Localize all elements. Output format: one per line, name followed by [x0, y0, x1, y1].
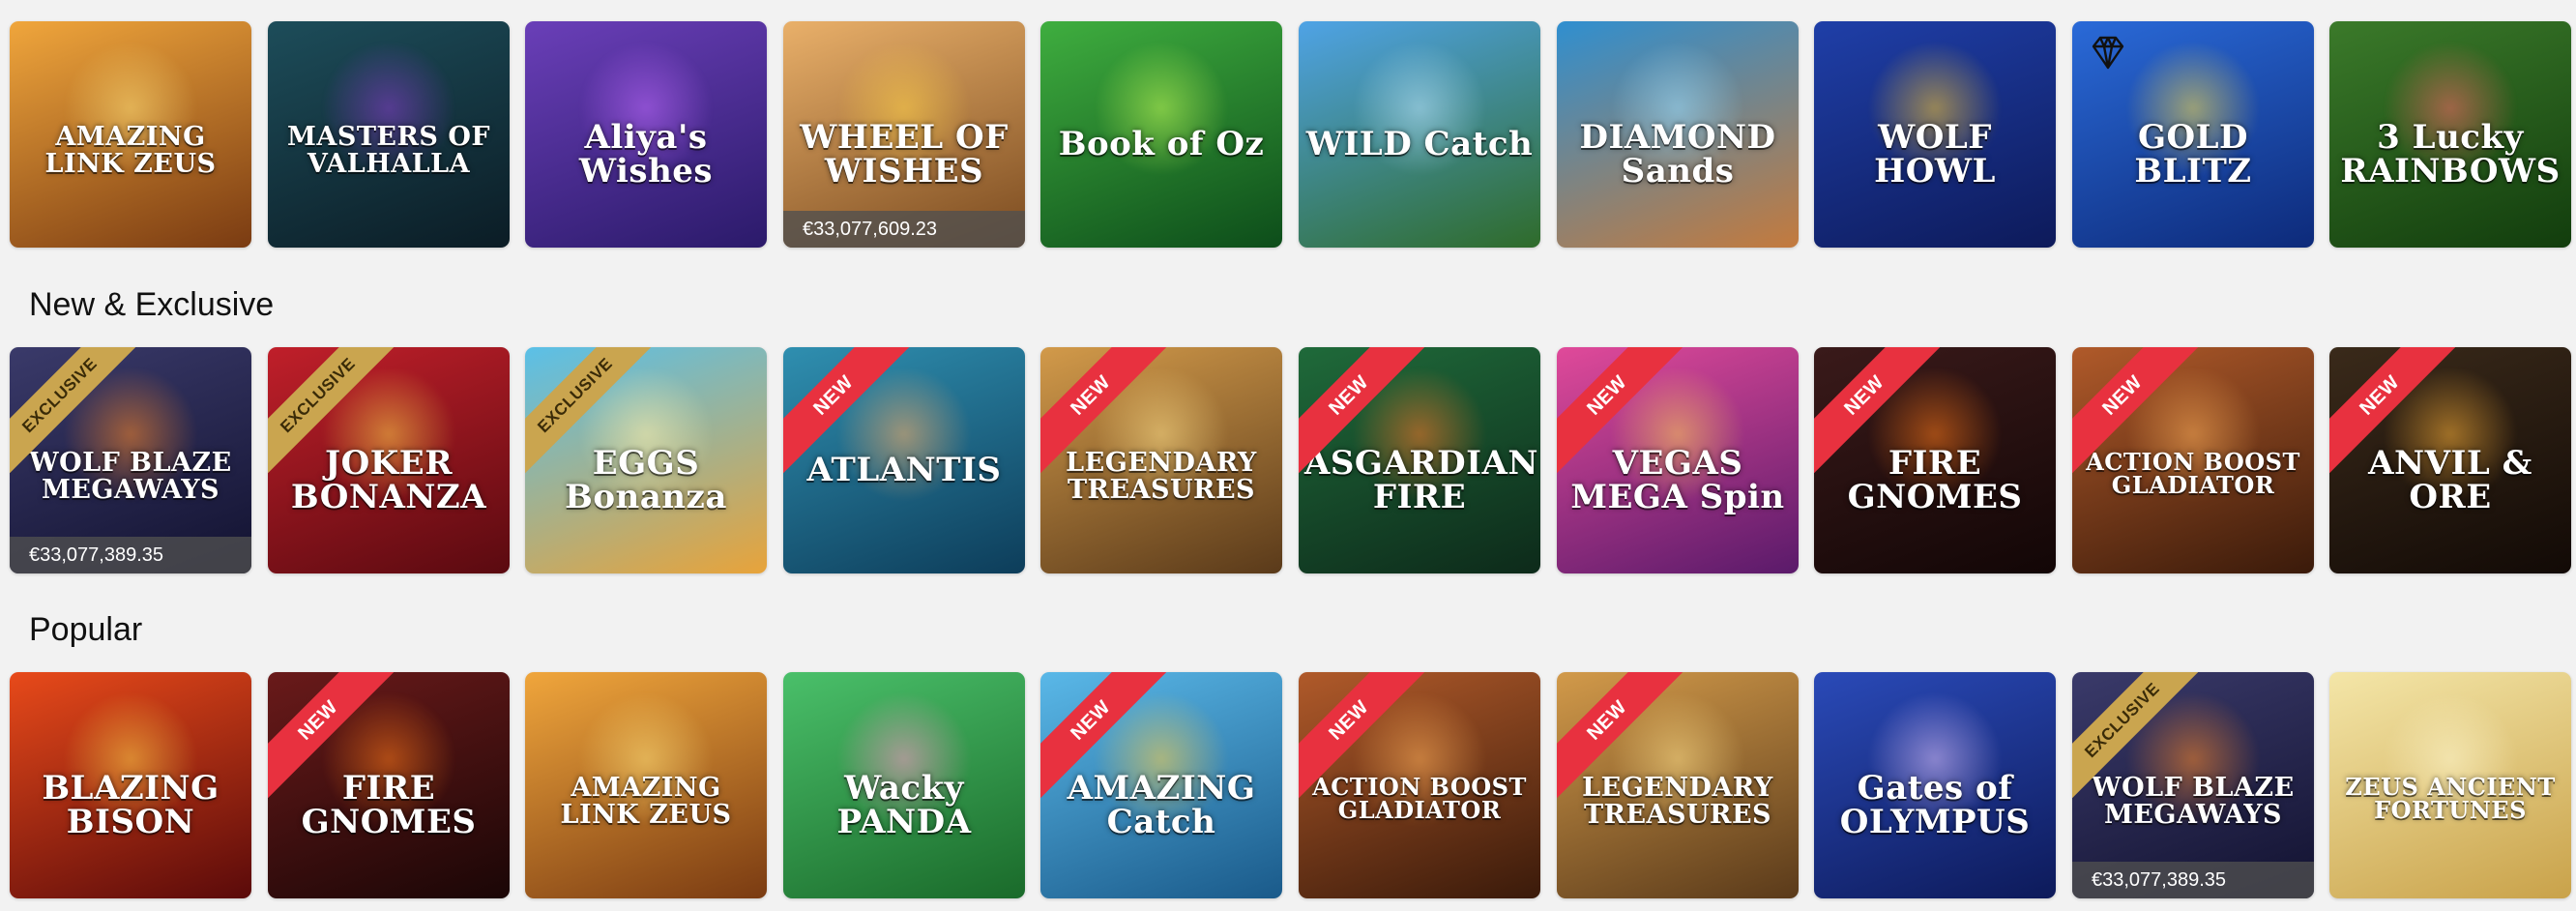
game-logo-text: 3 Lucky RAINBOWS: [2340, 118, 2561, 191]
new-badge: NEW: [1299, 347, 1424, 473]
ribbon-badge: NEW: [1557, 347, 1683, 473]
games-row-popular: BLAZING BISON FIRE GNOMES NEW AMAZING LINK …: [10, 672, 2576, 898]
game-tile[interactable]: Book of Oz: [1040, 21, 1282, 248]
game-logo-text: GOLD BLITZ: [2134, 118, 2252, 191]
game-tile[interactable]: EGGS Bonanza EXCLUSIVE: [525, 347, 767, 573]
section-title-popular: Popular: [29, 611, 143, 648]
new-badge: NEW: [268, 672, 394, 798]
game-tile[interactable]: GOLD BLITZ: [2072, 21, 2314, 248]
ribbon-badge: NEW: [1814, 347, 1940, 473]
game-logo-text: WOLF HOWL: [1874, 118, 1996, 191]
game-tile[interactable]: ACTION BOOST GLADIATOR NEW: [2072, 347, 2314, 573]
ribbon-badge: NEW: [1299, 672, 1424, 798]
game-tile[interactable]: BLAZING BISON: [10, 672, 251, 898]
game-tile[interactable]: WOLF BLAZE MEGAWAYS EXCLUSIVE €33,077,389.…: [10, 347, 251, 573]
game-logo-text: Aliya's Wishes: [578, 118, 714, 191]
ribbon-badge: NEW: [1040, 347, 1166, 473]
game-tile[interactable]: DIAMOND Sands: [1557, 21, 1799, 248]
game-tile[interactable]: Aliya's Wishes: [525, 21, 767, 248]
new-badge: NEW: [1040, 672, 1166, 798]
section-title-new-exclusive: New & Exclusive: [29, 286, 275, 323]
ribbon-badge: NEW: [783, 347, 909, 473]
game-tile[interactable]: AMAZING LINK ZEUS: [10, 21, 251, 248]
ribbon-badge: NEW: [268, 672, 394, 798]
new-badge: NEW: [2329, 347, 2455, 473]
game-tile[interactable]: Wacky PANDA: [783, 672, 1025, 898]
game-logo-text: MASTERS OF VALHALLA: [286, 121, 491, 179]
game-tile[interactable]: MASTERS OF VALHALLA: [268, 21, 510, 248]
ribbon-badge: EXCLUSIVE: [2072, 672, 2198, 798]
game-tile[interactable]: ATLANTIS NEW: [783, 347, 1025, 573]
game-tile[interactable]: ASGARDIAN FIRE NEW: [1299, 347, 1540, 573]
game-tile[interactable]: WILD Catch: [1299, 21, 1540, 248]
exclusive-badge: EXCLUSIVE: [10, 347, 135, 473]
jackpot-amount: €33,077,389.35: [10, 537, 251, 573]
ribbon-badge: NEW: [2072, 347, 2198, 473]
game-tile[interactable]: WHEEL OF WISHES €33,077,609.23: [783, 21, 1025, 248]
new-badge: NEW: [783, 347, 909, 473]
game-tile[interactable]: AMAZING LINK ZEUS: [525, 672, 767, 898]
game-tile[interactable]: FIRE GNOMES NEW: [268, 672, 510, 898]
exclusive-badge: EXCLUSIVE: [268, 347, 394, 473]
ribbon-badge: EXCLUSIVE: [525, 347, 651, 473]
jackpot-amount: €33,077,609.23: [783, 211, 1025, 248]
game-tile[interactable]: FIRE GNOMES NEW: [1814, 347, 2056, 573]
game-logo-text: Wacky PANDA: [836, 769, 972, 841]
game-tile[interactable]: ACTION BOOST GLADIATOR NEW: [1299, 672, 1540, 898]
game-tile[interactable]: LEGENDARY TREASURES NEW: [1040, 347, 1282, 573]
game-logo-text: Book of Oz: [1058, 125, 1265, 164]
game-logo-text: Gates of OLYMPUS: [1839, 769, 2031, 841]
exclusive-badge: EXCLUSIVE: [525, 347, 651, 473]
exclusive-badge: EXCLUSIVE: [2072, 672, 2198, 798]
game-tile[interactable]: VEGAS MEGA Spin NEW: [1557, 347, 1799, 573]
casino-games-page: New & Exclusive Popular AMAZING LINK ZEU…: [0, 0, 2576, 911]
new-badge: NEW: [1557, 347, 1683, 473]
game-tile[interactable]: 3 Lucky RAINBOWS: [2329, 21, 2571, 248]
jackpot-amount: €33,077,389.35: [2072, 862, 2314, 898]
game-tile[interactable]: ZEUS ANCIENT FORTUNES: [2329, 672, 2571, 898]
game-tile[interactable]: AMAZING Catch NEW: [1040, 672, 1282, 898]
game-tile[interactable]: ANVIL & ORE NEW: [2329, 347, 2571, 573]
game-tile[interactable]: JOKER BONANZA EXCLUSIVE: [268, 347, 510, 573]
diamond-icon: [2092, 36, 2124, 70]
game-tile[interactable]: LEGENDARY TREASURES NEW: [1557, 672, 1799, 898]
game-tile[interactable]: WOLF BLAZE MEGAWAYS EXCLUSIVE €33,077,389.…: [2072, 672, 2314, 898]
ribbon-badge: NEW: [2329, 347, 2455, 473]
game-logo-text: WILD Catch: [1305, 125, 1534, 164]
ribbon-badge: NEW: [1557, 672, 1683, 798]
game-logo-text: WHEEL OF WISHES: [800, 118, 1009, 191]
new-badge: NEW: [1557, 672, 1683, 798]
ribbon-badge: EXCLUSIVE: [10, 347, 135, 473]
game-logo-text: AMAZING LINK ZEUS: [560, 772, 732, 830]
new-badge: NEW: [2072, 347, 2198, 473]
new-badge: NEW: [1299, 672, 1424, 798]
new-badge: NEW: [1814, 347, 1940, 473]
ribbon-badge: NEW: [1299, 347, 1424, 473]
game-logo-text: DIAMOND Sands: [1579, 118, 1776, 191]
games-row-featured: AMAZING LINK ZEUS MASTERS OF VALHALLA Aliy…: [10, 21, 2576, 248]
games-row-new-exclusive: WOLF BLAZE MEGAWAYS EXCLUSIVE €33,077,389.…: [10, 347, 2576, 573]
game-logo-text: AMAZING LINK ZEUS: [44, 121, 217, 179]
ribbon-badge: NEW: [1040, 672, 1166, 798]
game-tile[interactable]: Gates of OLYMPUS: [1814, 672, 2056, 898]
game-logo-text: BLAZING BISON: [42, 769, 220, 841]
ribbon-badge: EXCLUSIVE: [268, 347, 394, 473]
game-tile[interactable]: WOLF HOWL: [1814, 21, 2056, 248]
game-logo-text: ZEUS ANCIENT FORTUNES: [2345, 773, 2556, 825]
new-badge: NEW: [1040, 347, 1166, 473]
